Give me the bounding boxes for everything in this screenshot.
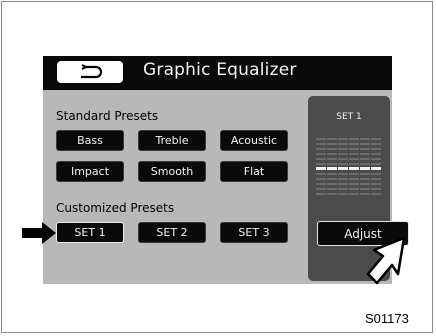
custom-set1-button[interactable]: SET 1 bbox=[56, 222, 124, 243]
pointer-arrow-icon bbox=[22, 222, 56, 244]
hand-cursor-icon bbox=[366, 236, 406, 285]
preset-smooth-button[interactable]: Smooth bbox=[138, 161, 206, 182]
preset-treble-button[interactable]: Treble bbox=[138, 130, 206, 151]
current-set-label: SET 1 bbox=[336, 112, 362, 122]
return-arrow-icon bbox=[81, 64, 103, 79]
back-button[interactable] bbox=[57, 61, 123, 83]
preset-impact-button[interactable]: Impact bbox=[56, 161, 124, 182]
customized-presets-label: Customized Presets bbox=[56, 201, 175, 215]
preset-flat-button[interactable]: Flat bbox=[220, 161, 288, 182]
custom-set2-button[interactable]: SET 2 bbox=[138, 222, 206, 243]
title-bar: Graphic Equalizer bbox=[43, 56, 392, 90]
page-title: Graphic Equalizer bbox=[143, 60, 297, 80]
preset-bass-button[interactable]: Bass bbox=[56, 130, 124, 151]
standard-presets-label: Standard Presets bbox=[56, 109, 159, 123]
preset-acoustic-button[interactable]: Acoustic bbox=[220, 130, 288, 151]
custom-set3-button[interactable]: SET 3 bbox=[220, 222, 288, 243]
equalizer-bands bbox=[316, 138, 381, 195]
figure-id: S01173 bbox=[365, 311, 409, 326]
